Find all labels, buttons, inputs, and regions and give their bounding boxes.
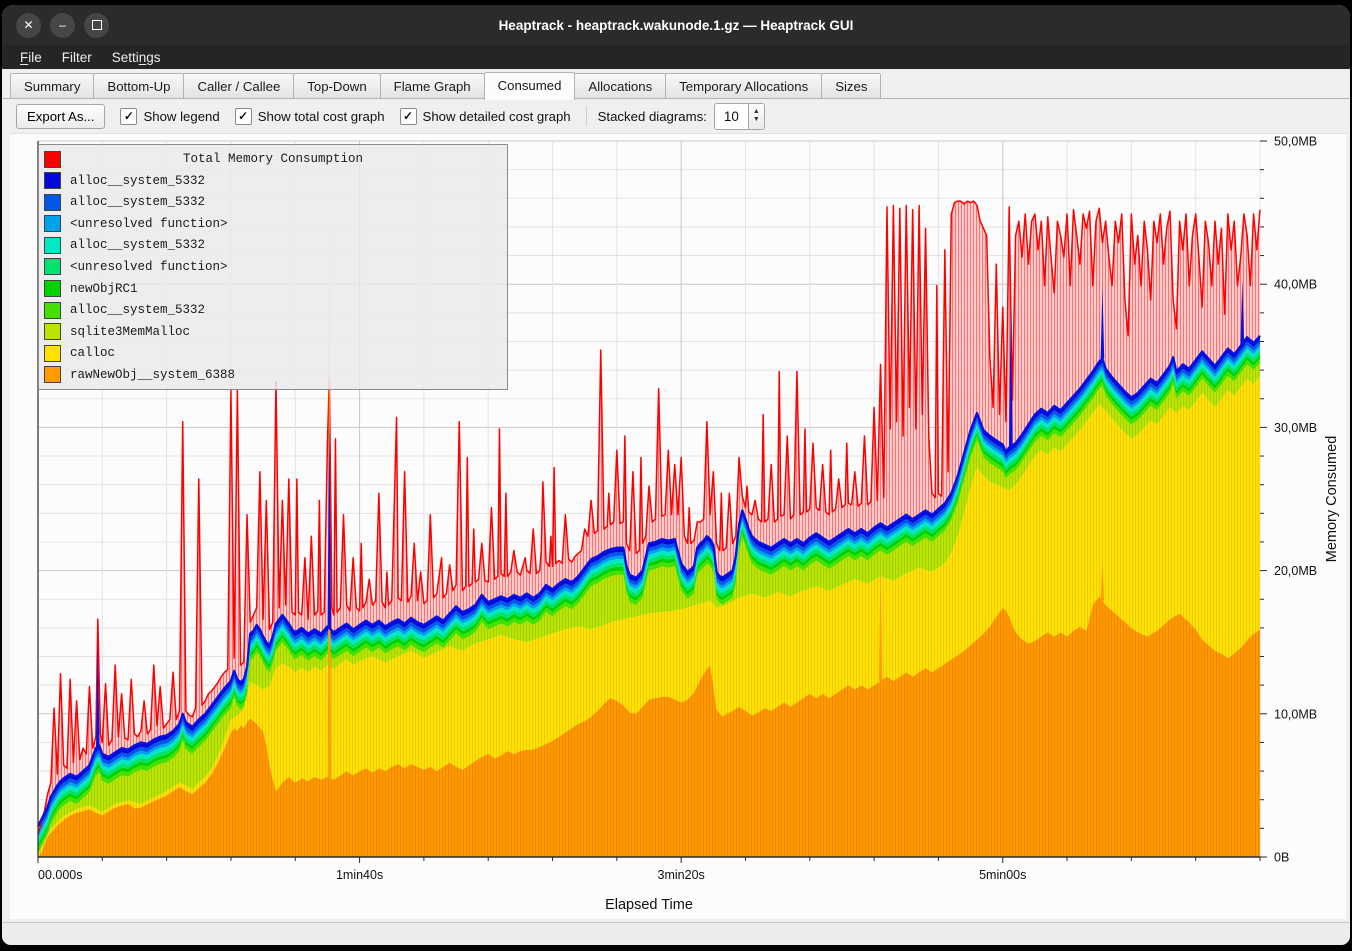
svg-text:Elapsed Time: Elapsed Time	[605, 897, 693, 913]
checkbox-label: Show total cost graph	[258, 109, 385, 124]
maximize-icon	[92, 20, 102, 30]
svg-text:10,0MB: 10,0MB	[1274, 707, 1317, 721]
tab-allocations[interactable]: Allocations	[574, 73, 666, 99]
legend-item[interactable]: <unresolved function>	[39, 214, 507, 233]
svg-text:5min00s: 5min00s	[979, 868, 1026, 882]
tab-consumed[interactable]: Consumed	[484, 72, 576, 100]
screen: ✕ – Heaptrack - heaptrack.wakunode.1.gz …	[0, 0, 1352, 951]
tab-temporary-allocations[interactable]: Temporary Allocations	[665, 73, 822, 99]
svg-text:3min20s: 3min20s	[658, 868, 705, 882]
app-window: ✕ – Heaptrack - heaptrack.wakunode.1.gz …	[2, 5, 1350, 945]
checkmark-icon: ✓	[400, 108, 417, 125]
minimize-icon: –	[59, 19, 66, 31]
legend-color-chip	[44, 323, 61, 340]
consumption-chart[interactable]: 00.000s 1min40s 3min20s 5min00s 0B 10,0MB 20,0…	[10, 133, 1346, 919]
checkbox-show-total-cost-graph[interactable]: ✓ Show total cost graph	[235, 108, 385, 125]
tab-caller-callee[interactable]: Caller / Callee	[183, 73, 294, 99]
legend-label: <unresolved function>	[70, 217, 228, 231]
legend-color-chip	[44, 237, 61, 254]
legend-color-chip	[44, 302, 61, 319]
legend-item[interactable]: sqlite3MemMalloc	[39, 322, 507, 341]
legend-color-chip	[44, 280, 61, 297]
legend-color-chip	[44, 258, 61, 275]
toolbar: Export As... ✓ Show legend ✓ Show total cos…	[2, 99, 1350, 133]
svg-text:40,0MB: 40,0MB	[1274, 278, 1317, 292]
y-axis-title: Memory Consumed	[1324, 436, 1340, 563]
legend-label: Total Memory Consumption	[39, 152, 507, 166]
stacked-diagrams-value: 10	[715, 104, 748, 129]
title-bar: ✕ – Heaptrack - heaptrack.wakunode.1.gz …	[2, 5, 1350, 45]
checkbox-show-detailed-cost-graph[interactable]: ✓ Show detailed cost graph	[400, 108, 571, 125]
svg-text:1min40s: 1min40s	[336, 868, 383, 882]
svg-text:20,0MB: 20,0MB	[1274, 564, 1317, 578]
legend-color-chip	[44, 172, 61, 189]
chart-legend[interactable]: Total Memory Consumption alloc__system_53…	[38, 144, 508, 390]
legend-label: calloc	[70, 346, 115, 360]
legend-item[interactable]: Total Memory Consumption	[39, 150, 507, 169]
tab-flame-graph[interactable]: Flame Graph	[380, 73, 485, 99]
maximize-button[interactable]	[84, 13, 109, 38]
legend-item[interactable]: alloc__system_5332	[39, 193, 507, 212]
close-icon: ✕	[23, 19, 33, 31]
stacked-diagrams-label: Stacked diagrams:	[598, 109, 707, 124]
legend-label: <unresolved function>	[70, 260, 228, 274]
tab-sizes[interactable]: Sizes	[821, 73, 881, 99]
tab-summary[interactable]: Summary	[10, 73, 94, 99]
svg-text:30,0MB: 30,0MB	[1274, 421, 1317, 435]
stacked-diagrams-spinbox[interactable]: 10 ▲ ▼	[714, 103, 765, 130]
spin-up-icon[interactable]: ▲	[753, 108, 760, 116]
chart-zone: 00.000s 1min40s 3min20s 5min00s 0B 10,0MB 20,0…	[2, 133, 1350, 922]
checkmark-icon: ✓	[120, 108, 137, 125]
menu-item-filter[interactable]: Filter	[52, 48, 102, 67]
close-button[interactable]: ✕	[16, 13, 41, 38]
minimize-button[interactable]: –	[50, 13, 75, 38]
menu-bar: FileFilterSettings	[2, 45, 1350, 69]
svg-text:50,0MB: 50,0MB	[1274, 135, 1317, 149]
legend-item[interactable]: <unresolved function>	[39, 257, 507, 276]
legend-label: alloc__system_5332	[70, 174, 205, 188]
legend-color-chip	[44, 215, 61, 232]
tab-bar: SummaryBottom-UpCaller / CalleeTop-DownF…	[2, 69, 1350, 99]
legend-color-chip	[44, 366, 61, 383]
checkbox-label: Show detailed cost graph	[423, 109, 571, 124]
menu-item-settings[interactable]: Settings	[102, 48, 171, 67]
checkbox-group: ✓ Show legend ✓ Show total cost graph ✓ Show …	[120, 108, 570, 125]
legend-color-chip	[44, 194, 61, 211]
checkmark-icon: ✓	[235, 108, 252, 125]
svg-text:0B: 0B	[1274, 851, 1289, 865]
status-strip	[2, 922, 1350, 945]
legend-label: rawNewObj__system_6388	[70, 368, 235, 382]
legend-label: sqlite3MemMalloc	[70, 325, 190, 339]
toolbar-separator	[586, 106, 587, 126]
spinbox-arrows[interactable]: ▲ ▼	[748, 104, 764, 129]
legend-color-chip	[44, 345, 61, 362]
svg-text:00.000s: 00.000s	[38, 868, 82, 882]
stacked-diagrams-group: Stacked diagrams: 10 ▲ ▼	[598, 103, 765, 130]
legend-item[interactable]: newObjRC1	[39, 279, 507, 298]
legend-item[interactable]: alloc__system_5332	[39, 236, 507, 255]
checkbox-label: Show legend	[143, 109, 219, 124]
legend-label: alloc__system_5332	[70, 195, 205, 209]
export-as-button[interactable]: Export As...	[16, 104, 105, 129]
window-title: Heaptrack - heaptrack.wakunode.1.gz — He…	[2, 18, 1350, 33]
tab-top-down[interactable]: Top-Down	[293, 73, 380, 99]
legend-label: newObjRC1	[70, 282, 138, 296]
legend-label: alloc__system_5332	[70, 303, 205, 317]
tab-bottom-up[interactable]: Bottom-Up	[93, 73, 184, 99]
menu-item-file[interactable]: File	[10, 48, 52, 67]
window-controls: ✕ –	[2, 13, 109, 38]
legend-item[interactable]: alloc__system_5332	[39, 301, 507, 320]
checkbox-show-legend[interactable]: ✓ Show legend	[120, 108, 219, 125]
legend-item[interactable]: alloc__system_5332	[39, 171, 507, 190]
legend-item[interactable]: calloc	[39, 344, 507, 363]
legend-label: alloc__system_5332	[70, 238, 205, 252]
legend-item[interactable]: rawNewObj__system_6388	[39, 365, 507, 384]
spin-down-icon[interactable]: ▼	[753, 116, 760, 124]
